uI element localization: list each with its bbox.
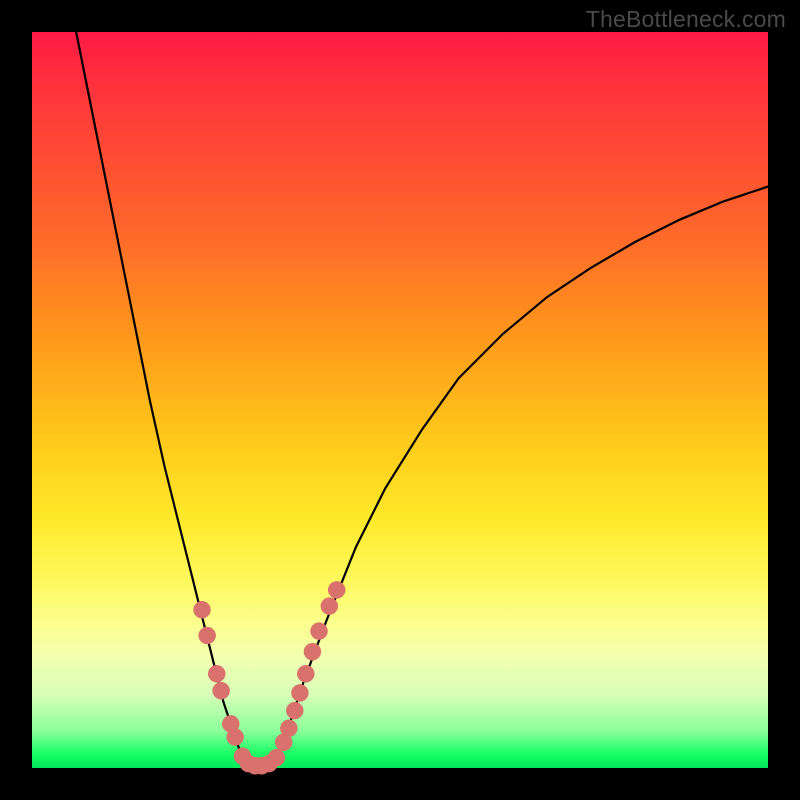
bead-marker [280,720,297,737]
bead-marker [227,729,244,746]
outer-frame: TheBottleneck.com [0,0,800,800]
bead-marker [199,627,216,644]
bead-marker [208,665,225,682]
bead-marker [297,665,314,682]
bead-marker [268,749,285,766]
bead-marker [304,643,321,660]
v-curve [76,32,768,767]
curve-layer [32,32,768,768]
bead-marker [291,684,308,701]
bead-marker [213,682,230,699]
bead-markers [194,581,346,774]
bead-marker [321,598,338,615]
bead-marker [286,702,303,719]
bead-marker [194,601,211,618]
watermark-text: TheBottleneck.com [586,6,786,33]
bead-marker [328,581,345,598]
bead-marker [311,623,328,640]
